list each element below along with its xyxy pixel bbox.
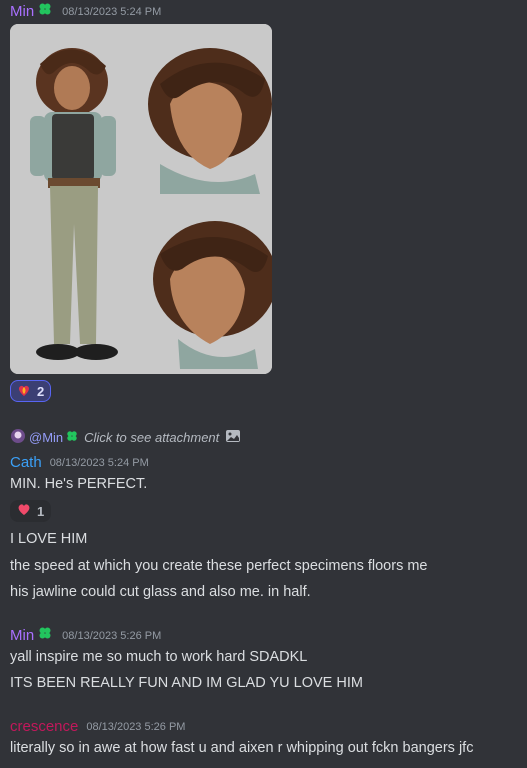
image-attachment[interactable] [10,24,272,374]
message-header-crescence: crescence 08/13/2023 5:26 PM [10,718,185,735]
message-line: yall inspire me so much to work hard SDA… [10,649,308,665]
image-icon [225,429,241,446]
character-sheet-image [10,24,272,374]
message-line: his jawline could cut glass and also me.… [10,584,311,600]
message-line: the speed at which you create these perf… [10,558,428,574]
timestamp: 08/13/2023 5:26 PM [62,629,162,642]
heart-icon [17,503,31,519]
timestamp: 08/13/2023 5:24 PM [49,456,149,469]
message-line: literally so in awe at how fast u and ai… [10,740,474,756]
message-header-cath: Cath 08/13/2023 5:24 PM [10,454,149,471]
fire-heart-icon [17,383,31,400]
reaction-fire-heart[interactable]: 2 [10,380,52,402]
author-name[interactable]: Min [10,627,34,644]
message-line: MIN. He's PERFECT. [10,476,148,492]
clover-icon [66,430,78,445]
message-line: I LOVE HIM [10,531,88,547]
message-line: ITS BEEN REALLY FUN AND IM GLAD YU LOVE … [10,675,363,691]
message-header-min-2: Min 08/13/2023 5:26 PM [10,626,161,645]
reaction-count: 1 [37,503,45,519]
reply-mention[interactable]: @Min [29,430,63,445]
timestamp: 08/13/2023 5:24 PM [62,5,162,18]
author-name[interactable]: Min [10,3,34,20]
reply-text[interactable]: Click to see attachment [84,430,219,445]
author-name[interactable]: crescence [10,718,78,735]
reply-preview[interactable]: @Min Click to see attachment [10,428,241,447]
clover-icon [38,2,52,21]
author-name[interactable]: Cath [10,454,42,471]
reply-avatar [10,428,26,447]
message-header-min-1: Min 08/13/2023 5:24 PM [10,2,161,21]
reaction-count: 2 [37,383,45,399]
clover-icon [38,626,52,645]
reaction-heart[interactable]: 1 [10,500,52,522]
timestamp: 08/13/2023 5:26 PM [86,720,186,733]
